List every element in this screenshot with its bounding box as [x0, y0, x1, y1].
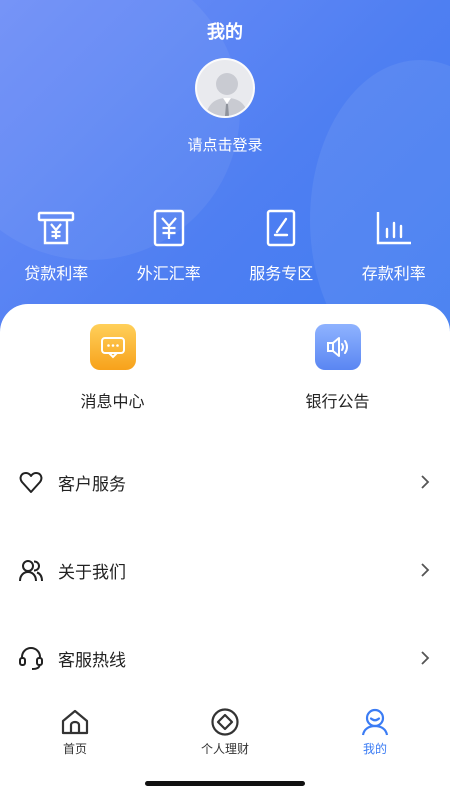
list-item-label: 客户服务: [58, 474, 126, 495]
tab-label: 我的: [362, 742, 387, 756]
settings-list: 客户服务 关于我们 客服热线: [0, 438, 450, 702]
quick-actions: 贷款利率 外汇汇率 服务专区 存款利率: [0, 208, 450, 284]
speaker-icon: [314, 324, 361, 370]
home-icon: [61, 709, 89, 735]
message-icon: [89, 324, 136, 370]
deposit-rate-icon: [376, 212, 411, 245]
tab-label: 首页: [62, 742, 87, 756]
notice-label: 消息中心: [80, 392, 145, 411]
header-decoration: [310, 60, 450, 340]
quick-action-loan-rate[interactable]: 贷款利率: [0, 208, 113, 284]
finance-icon: [211, 708, 239, 736]
notice-row: 消息中心 银行公告: [0, 324, 450, 412]
quick-action-deposit-rate[interactable]: 存款利率: [338, 208, 450, 284]
chevron-right-icon: [421, 651, 430, 665]
quick-action-forex-rate[interactable]: 外汇汇率: [113, 208, 226, 284]
profile-header: 我的 请点击登录 贷款利率 外汇汇率 服务专区 存款利率: [0, 0, 450, 340]
profile-icon: [361, 708, 389, 736]
headset-icon: [18, 645, 44, 671]
login-prompt[interactable]: 请点击登录: [0, 134, 450, 155]
message-center-button[interactable]: 消息中心: [0, 324, 225, 412]
avatar[interactable]: [195, 58, 255, 118]
quick-action-label: 存款利率: [361, 264, 426, 283]
loan-rate-icon: [38, 211, 75, 245]
list-item-label: 客服热线: [58, 650, 126, 671]
tab-label: 个人理财: [200, 742, 249, 756]
users-icon: [18, 557, 44, 583]
bottom-tab-bar: 首页 个人理财 我的: [0, 700, 450, 770]
list-item-hotline[interactable]: 客服热线: [0, 614, 450, 702]
quick-action-label: 外汇汇率: [136, 264, 201, 283]
quick-action-service-zone[interactable]: 服务专区: [225, 208, 338, 284]
tab-home[interactable]: 首页: [0, 700, 150, 770]
forex-rate-icon: [153, 209, 184, 247]
list-item-about-us[interactable]: 关于我们: [0, 526, 450, 614]
bank-notice-button[interactable]: 银行公告: [225, 324, 450, 412]
heart-icon: [18, 469, 44, 495]
chevron-right-icon: [421, 475, 430, 489]
tab-profile[interactable]: 我的: [300, 700, 450, 770]
list-item-customer-service[interactable]: 客户服务: [0, 438, 450, 526]
chevron-right-icon: [421, 563, 430, 577]
default-avatar-icon: [205, 73, 249, 116]
notice-label: 银行公告: [305, 392, 370, 411]
tab-finance[interactable]: 个人理财: [150, 700, 300, 770]
home-indicator: [145, 781, 305, 786]
service-zone-icon: [267, 209, 296, 247]
list-item-label: 关于我们: [58, 562, 126, 583]
quick-action-label: 服务专区: [249, 264, 314, 283]
page-title: 我的: [207, 22, 243, 43]
quick-action-label: 贷款利率: [24, 264, 89, 283]
